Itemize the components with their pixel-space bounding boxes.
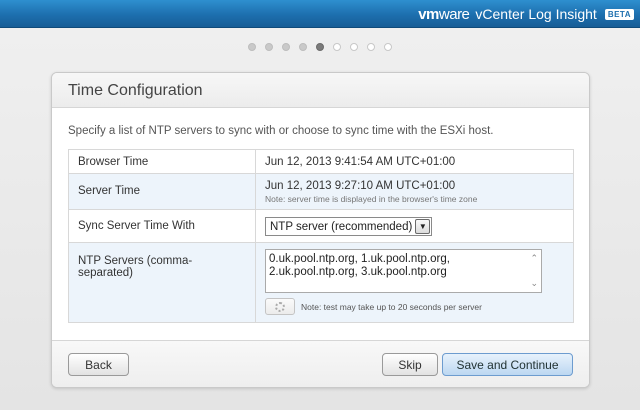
back-button[interactable]: Back — [68, 353, 129, 376]
row-browser-time: Browser Time Jun 12, 2013 9:41:54 AM UTC… — [68, 149, 574, 174]
browser-time-label: Browser Time — [78, 156, 149, 168]
ntp-servers-line-1: 0.uk.pool.ntp.org, 1.uk.pool.ntp.org, — [269, 253, 450, 265]
row-ntp-servers: NTP Servers (comma-separated) 0.uk.pool.… — [68, 242, 574, 323]
scroll-up-icon[interactable]: ⌃ — [530, 254, 538, 263]
ntp-servers-label: NTP Servers (comma-separated) — [78, 255, 193, 279]
test-ntp-button[interactable] — [265, 298, 295, 315]
step-dot — [384, 43, 392, 51]
save-and-continue-button[interactable]: Save and Continue — [442, 353, 573, 376]
server-time-note: Note: server time is displayed in the br… — [265, 194, 478, 204]
step-dot — [282, 43, 290, 51]
skip-button[interactable]: Skip — [382, 353, 438, 376]
sync-with-selected-value: NTP server (recommended) — [270, 220, 413, 233]
loading-spinner-icon — [275, 301, 285, 312]
row-sync-with: Sync Server Time With NTP server (recomm… — [68, 209, 574, 243]
server-time-label: Server Time — [78, 185, 140, 197]
panel-footer: Back Skip Save and Continue — [52, 340, 589, 387]
chevron-down-icon[interactable]: ▼ — [415, 219, 431, 234]
row-server-time: Server Time Jun 12, 2013 9:27:10 AM UTC+… — [68, 173, 574, 210]
ntp-servers-line-2: 2.uk.pool.ntp.org, 3.uk.pool.ntp.org — [269, 266, 447, 278]
config-table: Browser Time Jun 12, 2013 9:41:54 AM UTC… — [68, 149, 574, 323]
step-dot — [350, 43, 358, 51]
step-dot — [316, 43, 324, 51]
panel-description: Specify a list of NTP servers to sync wi… — [68, 125, 494, 137]
beta-badge: BETA — [604, 8, 634, 20]
test-note: Note: test may take up to 20 seconds per… — [301, 301, 482, 312]
panel-title: Time Configuration — [52, 73, 589, 108]
brand: vmware vCenter Log Insight BETA — [418, 5, 634, 23]
step-dot — [333, 43, 341, 51]
wizard-step-indicator — [0, 43, 640, 51]
sync-with-label: Sync Server Time With — [78, 220, 195, 232]
server-time-value: Jun 12, 2013 9:27:10 AM UTC+01:00 — [265, 180, 456, 192]
time-configuration-panel: Time Configuration Specify a list of NTP… — [51, 72, 590, 388]
step-dot — [265, 43, 273, 51]
step-dot — [248, 43, 256, 51]
vmware-logo: vmware — [418, 5, 470, 23]
app-name: vCenter Log Insight — [475, 6, 597, 22]
sync-with-select[interactable]: NTP server (recommended) ▼ — [265, 217, 433, 236]
ntp-servers-textarea[interactable]: 0.uk.pool.ntp.org, 1.uk.pool.ntp.org, 2.… — [265, 249, 542, 293]
top-banner: vmware vCenter Log Insight BETA — [0, 0, 640, 28]
step-dot — [299, 43, 307, 51]
browser-time-value: Jun 12, 2013 9:41:54 AM UTC+01:00 — [265, 156, 456, 168]
step-dot — [367, 43, 375, 51]
scroll-down-icon[interactable]: ⌄ — [530, 279, 538, 288]
